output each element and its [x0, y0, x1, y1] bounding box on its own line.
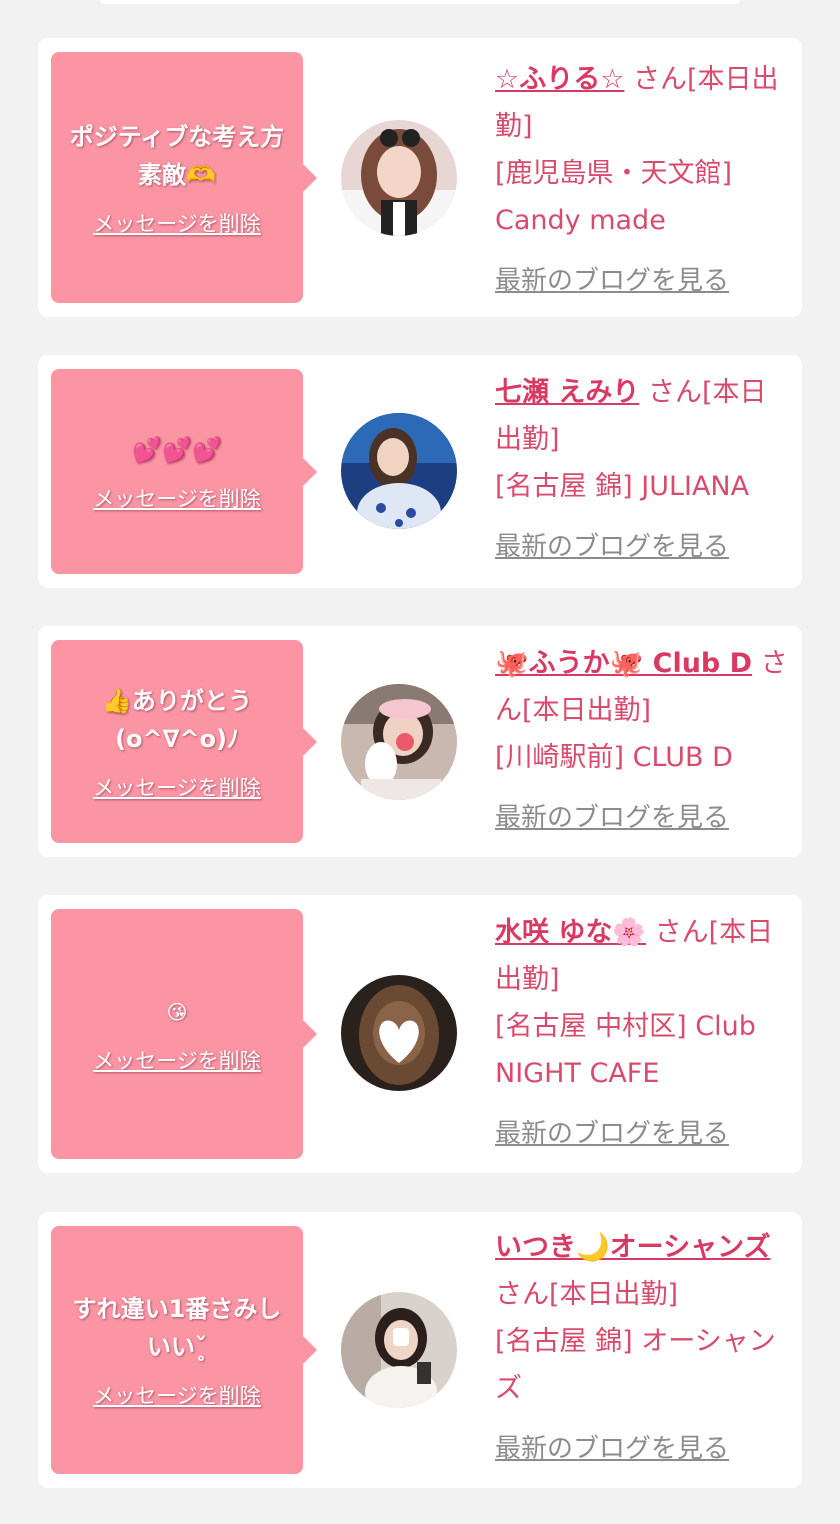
message-bubble: 👍ありがとう(o^∇^o)ﾉ メッセージを削除 [51, 640, 317, 843]
latest-blog-link[interactable]: 最新のブログを見る [495, 795, 729, 842]
message-text: すれ違い1番さみしいいˇ̥ [72, 1295, 282, 1361]
message-bubble: ポジティブな考え方素敵🫶 メッセージを削除 [51, 52, 317, 303]
delete-message-link[interactable]: メッセージを削除 [93, 772, 261, 802]
delete-message-link[interactable]: メッセージを削除 [93, 1045, 261, 1075]
latest-blog-link[interactable]: 最新のブログを見る [495, 524, 729, 571]
sender-info: 水咲 ゆな🌸 さん[本日出勤] [名古屋 中村区] Club NIGHT CAF… [495, 909, 791, 1158]
shop-info: [名古屋 中村区] Club NIGHT CAFE [495, 1011, 756, 1089]
message-text: 👍ありがとう(o^∇^o)ﾉ [102, 686, 252, 753]
message-card: ポジティブな考え方素敵🫶 メッセージを削除 ☆ふりる☆ さん[本日出勤] [鹿児… [38, 38, 802, 317]
avatar[interactable] [341, 413, 457, 529]
sender-info: いつき🌙オーシャンズ さん[本日出勤] [名古屋 錦] オーシャンズ 最新のブロ… [495, 1224, 791, 1473]
sender-name-link[interactable]: ☆ふりる☆ [495, 64, 624, 95]
message-card: 😘 メッセージを削除 水咲 ゆな🌸 さん[本日出勤] [名古屋 中村区] Clu… [38, 895, 802, 1173]
message-card: すれ違い1番さみしいいˇ̥ メッセージを削除 いつき🌙オーシャンズ さん[本日出… [38, 1212, 802, 1488]
sender-name-link[interactable]: 🐙ふうか🐙 Club D [495, 648, 752, 679]
shop-info: [名古屋 錦] JULIANA [495, 471, 750, 502]
shop-info: [川崎駅前] CLUB D [495, 742, 733, 773]
sender-info: ☆ふりる☆ さん[本日出勤] [鹿児島県・天文館] Candy made 最新の… [495, 56, 791, 305]
previous-card-edge [100, 0, 740, 4]
message-card: 💕💕💕 メッセージを削除 七瀬 えみり さん[本日出勤] [名古屋 錦] JUL… [38, 355, 802, 588]
avatar[interactable] [341, 1292, 457, 1408]
message-text: 💕💕💕 [132, 435, 222, 464]
sender-name-link[interactable]: 七瀬 えみり [495, 377, 639, 408]
latest-blog-link[interactable]: 最新のブログを見る [495, 1111, 729, 1158]
sender-name-link[interactable]: いつき🌙オーシャンズ [495, 1232, 771, 1263]
delete-message-link[interactable]: メッセージを削除 [93, 483, 261, 513]
avatar[interactable] [341, 120, 457, 236]
latest-blog-link[interactable]: 最新のブログを見る [495, 1426, 729, 1473]
shop-info: [名古屋 錦] オーシャンズ [495, 1326, 776, 1404]
sender-info: 七瀬 えみり さん[本日出勤] [名古屋 錦] JULIANA 最新のブログを見… [495, 369, 791, 571]
message-bubble: 😘 メッセージを削除 [51, 909, 317, 1159]
message-text: 😘 [166, 1000, 188, 1024]
shop-info: [鹿児島県・天文館] Candy made [495, 158, 733, 236]
message-bubble: すれ違い1番さみしいいˇ̥ メッセージを削除 [51, 1226, 317, 1474]
message-text: ポジティブな考え方素敵🫶 [69, 122, 285, 189]
sender-name-link[interactable]: 水咲 ゆな🌸 [495, 917, 646, 948]
message-card: 👍ありがとう(o^∇^o)ﾉ メッセージを削除 🐙ふうか🐙 Club D さん[… [38, 626, 802, 857]
delete-message-link[interactable]: メッセージを削除 [93, 208, 261, 238]
avatar[interactable] [341, 975, 457, 1091]
sender-status: さん[本日出勤] [495, 1279, 679, 1310]
message-bubble: 💕💕💕 メッセージを削除 [51, 369, 317, 574]
sender-info: 🐙ふうか🐙 Club D さん[本日出勤] [川崎駅前] CLUB D 最新のブ… [495, 640, 791, 842]
delete-message-link[interactable]: メッセージを削除 [93, 1380, 261, 1410]
latest-blog-link[interactable]: 最新のブログを見る [495, 258, 729, 305]
avatar[interactable] [341, 684, 457, 800]
